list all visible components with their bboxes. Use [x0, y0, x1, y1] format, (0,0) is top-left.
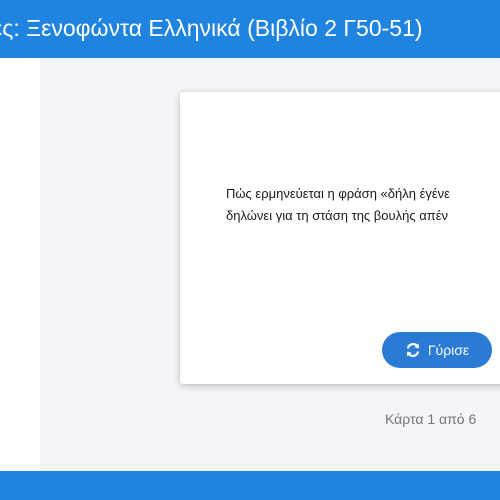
- question-line: δηλώνει για τη στάση της βουλής απέν: [226, 208, 449, 223]
- card-counter: Κάρτα 1 από 6: [385, 411, 477, 427]
- flashcard[interactable]: Πώς ερμηνεύεται η φράση «δήλη έγένε δηλώ…: [180, 92, 500, 384]
- footer-bar: [0, 471, 500, 500]
- flip-card-button[interactable]: Γύρισε: [382, 332, 492, 368]
- question-line: Πώς ερμηνεύεται η φράση «δήλη έγένε: [226, 186, 450, 201]
- flashcard-question: Πώς ερμηνεύεται η φράση «δήλη έγένε δηλώ…: [226, 183, 450, 227]
- header-bar: ες: Ξενοφώντα Ελληνικά (Βιβλίο 2 Γ50-51): [0, 0, 500, 58]
- refresh-icon: [405, 342, 421, 358]
- flip-button-label: Γύρισε: [427, 342, 470, 358]
- page-title: ες: Ξενοφώντα Ελληνικά (Βιβλίο 2 Γ50-51): [0, 15, 423, 41]
- main-left-panel: [0, 58, 40, 471]
